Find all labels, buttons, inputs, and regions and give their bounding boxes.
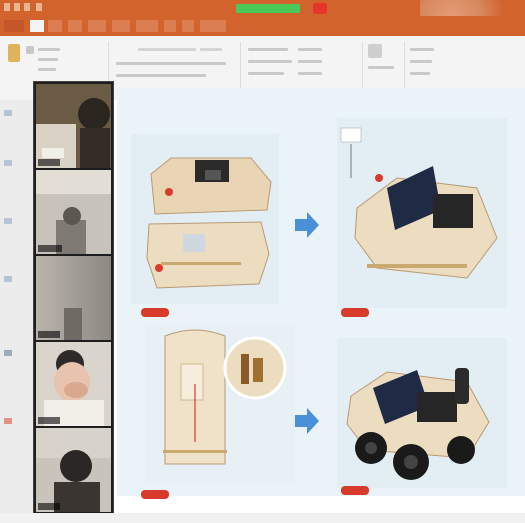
participant-video-feed xyxy=(36,84,111,168)
tab-slideshow[interactable] xyxy=(136,20,158,32)
redo-icon[interactable] xyxy=(24,3,30,11)
slide-canvas[interactable] xyxy=(117,88,525,499)
chassis-diagram-image xyxy=(145,324,295,484)
participant-name-tag xyxy=(38,417,60,424)
workspace xyxy=(0,81,525,523)
drawing-group xyxy=(366,40,400,90)
bottom-right-photo xyxy=(337,338,507,488)
step-badge-2 xyxy=(341,308,369,317)
font-format-row[interactable] xyxy=(116,62,226,65)
tab-animations[interactable] xyxy=(112,20,130,32)
slide-thumbnail-pane[interactable] xyxy=(0,100,34,513)
list-buttons[interactable] xyxy=(248,48,288,51)
participant-video-1[interactable] xyxy=(36,84,111,168)
participant-video-feed xyxy=(36,428,111,512)
tab-home[interactable] xyxy=(30,20,44,32)
top-right-photo xyxy=(337,118,507,308)
font-color-row[interactable] xyxy=(116,74,206,77)
cut-icon[interactable] xyxy=(26,46,34,54)
ribbon-text xyxy=(38,68,56,71)
participant-video-5[interactable] xyxy=(36,428,111,512)
bottom-left-photo xyxy=(145,324,295,484)
tab-review[interactable] xyxy=(164,20,176,32)
thumbnail-marker[interactable] xyxy=(4,418,12,424)
participant-name-tag xyxy=(38,331,60,338)
participant-name-tag xyxy=(38,159,60,166)
step-badge-1 xyxy=(141,308,169,317)
thumbnail-marker[interactable] xyxy=(4,110,12,116)
participant-video-3[interactable] xyxy=(36,256,111,340)
meeting-share-bar[interactable] xyxy=(236,4,300,13)
wooden-car-chassis-image xyxy=(131,134,279,304)
ribbon-text xyxy=(38,48,60,51)
video-call-panel xyxy=(33,81,114,515)
thumbnail-marker[interactable] xyxy=(4,276,12,282)
participant-name-tag xyxy=(38,503,60,510)
participant-name-tag xyxy=(38,245,62,252)
participant-video-feed xyxy=(36,256,111,340)
select-button[interactable] xyxy=(410,72,430,75)
align-buttons[interactable] xyxy=(248,60,292,63)
editing-group xyxy=(408,40,508,90)
tab-design[interactable] xyxy=(68,20,82,32)
status-bar xyxy=(0,513,525,523)
shapes-icon[interactable] xyxy=(368,44,382,58)
font-group xyxy=(114,40,234,90)
tab-help[interactable] xyxy=(200,20,226,32)
ribbon-divider xyxy=(240,42,241,92)
tab-file[interactable] xyxy=(4,20,24,32)
replace-button[interactable] xyxy=(410,60,432,63)
participant-video-feed xyxy=(36,170,111,254)
find-button[interactable] xyxy=(410,48,434,51)
arrow-right-icon xyxy=(295,212,319,238)
participant-video-feed xyxy=(36,342,111,426)
thumbnail-marker[interactable] xyxy=(4,160,12,166)
participant-video-4[interactable] xyxy=(36,342,111,426)
align-text-button[interactable] xyxy=(298,60,322,63)
ribbon-tabs xyxy=(0,16,525,36)
title-bar xyxy=(0,0,525,30)
step-badge-3 xyxy=(141,490,169,499)
tab-transitions[interactable] xyxy=(88,20,106,32)
ribbon-text xyxy=(38,58,58,61)
paragraph-group xyxy=(246,40,356,90)
participant-video-2[interactable] xyxy=(36,170,111,254)
save-icon[interactable] xyxy=(4,3,10,11)
solar-panel-car-image xyxy=(337,118,507,308)
spacing-buttons[interactable] xyxy=(248,72,284,75)
stop-share-button[interactable] xyxy=(313,3,327,14)
finished-car-image xyxy=(337,338,507,488)
ribbon-divider xyxy=(404,42,405,92)
top-left-photo xyxy=(131,134,279,304)
arrange-button[interactable] xyxy=(368,66,394,69)
undo-icon[interactable] xyxy=(14,3,20,11)
arrow-right-icon xyxy=(295,408,319,434)
step-badge-4 xyxy=(341,486,369,495)
thumbnail-marker[interactable] xyxy=(4,218,12,224)
smartart-button[interactable] xyxy=(298,72,322,75)
quick-access-icon[interactable] xyxy=(36,3,42,11)
ribbon-divider xyxy=(362,42,363,92)
text-direction-button[interactable] xyxy=(298,48,322,51)
font-name-box[interactable] xyxy=(138,48,196,51)
font-size-box[interactable] xyxy=(200,48,222,51)
tab-view[interactable] xyxy=(182,20,194,32)
tab-insert[interactable] xyxy=(48,20,62,32)
paste-icon[interactable] xyxy=(8,44,20,62)
thumbnail-marker[interactable] xyxy=(4,350,12,356)
